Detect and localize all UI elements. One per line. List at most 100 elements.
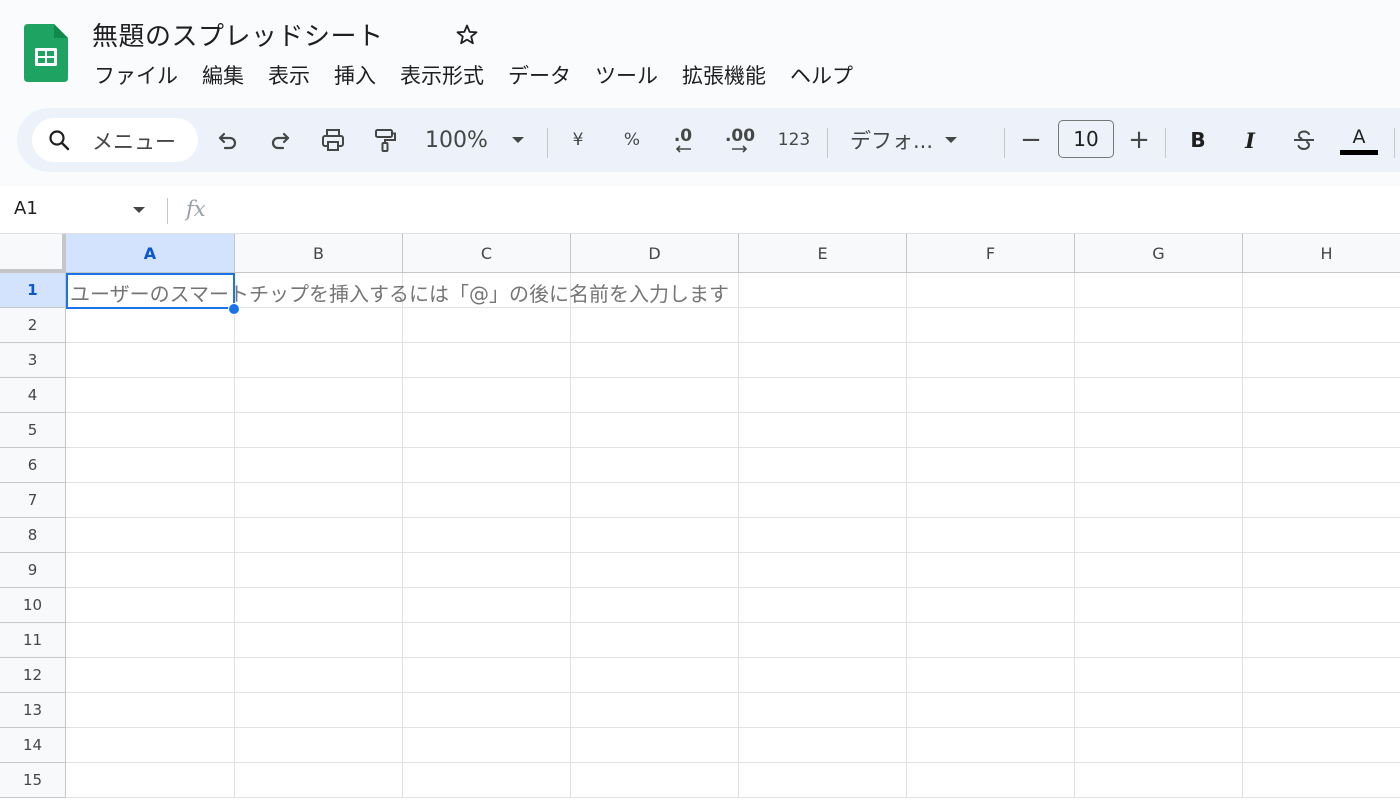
chevron-down-icon[interactable] — [133, 207, 145, 213]
italic-button[interactable]: I — [1233, 124, 1267, 156]
cell-h3[interactable] — [1243, 343, 1400, 378]
cell-e6[interactable] — [739, 448, 907, 483]
cell-e4[interactable] — [739, 378, 907, 413]
menu-edit[interactable]: 編集 — [190, 58, 256, 94]
cell-c10[interactable] — [403, 588, 571, 623]
menu-search-button[interactable]: メニュー — [32, 118, 198, 162]
select-all-corner[interactable] — [0, 234, 66, 273]
menu-view[interactable]: 表示 — [256, 58, 322, 94]
undo-button[interactable] — [210, 124, 246, 156]
cell-g15[interactable] — [1075, 763, 1243, 798]
strikethrough-button[interactable] — [1287, 124, 1321, 156]
cell-b13[interactable] — [235, 693, 403, 728]
cell-h8[interactable] — [1243, 518, 1400, 553]
row-header-2[interactable]: 2 — [0, 308, 66, 343]
cell-f2[interactable] — [907, 308, 1075, 343]
cell-e11[interactable] — [739, 623, 907, 658]
row-header-4[interactable]: 4 — [0, 378, 66, 413]
cell-b8[interactable] — [235, 518, 403, 553]
column-header-b[interactable]: B — [235, 234, 403, 273]
column-header-h[interactable]: H — [1243, 234, 1400, 273]
cell-b12[interactable] — [235, 658, 403, 693]
cell-b5[interactable] — [235, 413, 403, 448]
cell-f11[interactable] — [907, 623, 1075, 658]
cell-d7[interactable] — [571, 483, 739, 518]
cell-a3[interactable] — [66, 343, 235, 378]
cell-e7[interactable] — [739, 483, 907, 518]
font-select[interactable]: デフォ... — [850, 124, 985, 156]
cell-c2[interactable] — [403, 308, 571, 343]
menu-format[interactable]: 表示形式 — [388, 58, 496, 94]
cell-e13[interactable] — [739, 693, 907, 728]
cell-d11[interactable] — [571, 623, 739, 658]
font-size-input[interactable]: 10 — [1058, 120, 1114, 158]
cell-b7[interactable] — [235, 483, 403, 518]
cell-h14[interactable] — [1243, 728, 1400, 763]
increase-decimal-button[interactable]: .00 — [718, 124, 762, 156]
cell-d4[interactable] — [571, 378, 739, 413]
cell-h9[interactable] — [1243, 553, 1400, 588]
row-header-10[interactable]: 10 — [0, 588, 66, 623]
cell-e15[interactable] — [739, 763, 907, 798]
star-icon[interactable] — [453, 21, 481, 49]
redo-button[interactable] — [262, 124, 298, 156]
cell-d8[interactable] — [571, 518, 739, 553]
sheets-logo-icon[interactable] — [24, 24, 68, 82]
row-header-3[interactable]: 3 — [0, 343, 66, 378]
cell-a12[interactable] — [66, 658, 235, 693]
cell-f12[interactable] — [907, 658, 1075, 693]
menu-file[interactable]: ファイル — [82, 58, 190, 94]
cell-f8[interactable] — [907, 518, 1075, 553]
cell-g7[interactable] — [1075, 483, 1243, 518]
cell-a5[interactable] — [66, 413, 235, 448]
increase-font-size-button[interactable]: + — [1125, 124, 1153, 156]
cell-a14[interactable] — [66, 728, 235, 763]
cell-b14[interactable] — [235, 728, 403, 763]
menu-help[interactable]: ヘルプ — [778, 58, 865, 94]
cell-c9[interactable] — [403, 553, 571, 588]
cell-c3[interactable] — [403, 343, 571, 378]
cell-f3[interactable] — [907, 343, 1075, 378]
cell-e3[interactable] — [739, 343, 907, 378]
cell-h13[interactable] — [1243, 693, 1400, 728]
paint-format-button[interactable] — [367, 124, 403, 156]
cell-a15[interactable] — [66, 763, 235, 798]
cell-d2[interactable] — [571, 308, 739, 343]
cell-f7[interactable] — [907, 483, 1075, 518]
cell-g13[interactable] — [1075, 693, 1243, 728]
cell-d15[interactable] — [571, 763, 739, 798]
cell-f14[interactable] — [907, 728, 1075, 763]
cell-a10[interactable] — [66, 588, 235, 623]
cell-c7[interactable] — [403, 483, 571, 518]
cell-c5[interactable] — [403, 413, 571, 448]
cell-e9[interactable] — [739, 553, 907, 588]
cell-b3[interactable] — [235, 343, 403, 378]
cell-d10[interactable] — [571, 588, 739, 623]
cell-h11[interactable] — [1243, 623, 1400, 658]
row-header-13[interactable]: 13 — [0, 693, 66, 728]
percent-format-button[interactable]: % — [618, 124, 646, 156]
cell-g1[interactable] — [1075, 273, 1243, 308]
cell-c8[interactable] — [403, 518, 571, 553]
cell-c13[interactable] — [403, 693, 571, 728]
cell-b9[interactable] — [235, 553, 403, 588]
currency-format-button[interactable]: ¥ — [565, 124, 591, 156]
menu-tools[interactable]: ツール — [583, 58, 670, 94]
row-header-11[interactable]: 11 — [0, 623, 66, 658]
cell-a9[interactable] — [66, 553, 235, 588]
cell-a13[interactable] — [66, 693, 235, 728]
cell-d9[interactable] — [571, 553, 739, 588]
document-title[interactable]: 無題のスプレッドシート — [92, 16, 384, 53]
cell-c11[interactable] — [403, 623, 571, 658]
cell-g10[interactable] — [1075, 588, 1243, 623]
cell-f6[interactable] — [907, 448, 1075, 483]
cell-h5[interactable] — [1243, 413, 1400, 448]
cell-d5[interactable] — [571, 413, 739, 448]
cell-g4[interactable] — [1075, 378, 1243, 413]
cell-b2[interactable] — [235, 308, 403, 343]
cell-c12[interactable] — [403, 658, 571, 693]
cell-h15[interactable] — [1243, 763, 1400, 798]
menu-data[interactable]: データ — [496, 58, 583, 94]
column-header-a[interactable]: A — [66, 234, 235, 273]
cell-d1[interactable] — [571, 273, 739, 308]
